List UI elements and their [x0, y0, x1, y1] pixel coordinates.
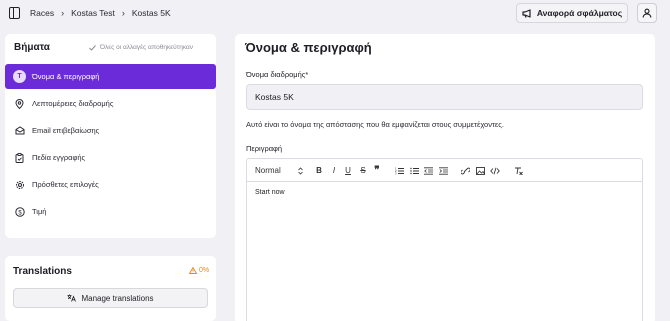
breadcrumb: Races › Kostas Test › Kostas 5K — [30, 8, 171, 18]
step-label: Τιμή — [32, 207, 47, 216]
page-title: Όνομα & περιγραφή — [245, 40, 372, 55]
translations-progress: 0% — [189, 267, 209, 274]
check-icon — [89, 44, 96, 51]
chevron-right-icon: › — [121, 8, 125, 18]
link-icon[interactable] — [460, 165, 470, 176]
quote-icon[interactable]: ❞ — [372, 165, 382, 176]
text-icon: T — [13, 70, 26, 83]
step-label: Λεπτομέρειες διαδρομής — [32, 99, 114, 108]
warning-icon — [189, 267, 197, 274]
envelope-icon — [13, 124, 26, 137]
svg-text:3: 3 — [395, 171, 397, 174]
description-editor: Normal B I U S ❞ 123 Start now — [246, 158, 643, 321]
step-name-description[interactable]: T Όνομα & περιγραφή — [5, 64, 216, 89]
ordered-list-icon[interactable]: 123 — [394, 165, 404, 176]
step-label: Όνομα & περιγραφή — [32, 72, 100, 81]
sidebar-toggle-icon[interactable] — [9, 7, 20, 19]
step-route-details[interactable]: Λεπτομέρειες διαδρομής — [5, 91, 216, 116]
editor-content[interactable]: Start now — [255, 189, 285, 196]
updown-chevron-icon — [298, 166, 303, 175]
translate-icon — [67, 294, 77, 302]
step-confirmation-email[interactable]: Email επιβεβαίωσης — [5, 118, 216, 143]
breadcrumb-item-races[interactable]: Races — [30, 8, 54, 18]
outdent-icon[interactable] — [423, 165, 433, 176]
code-icon[interactable] — [489, 165, 501, 176]
step-label: Email επιβεβαίωσης — [32, 126, 100, 135]
italic-icon[interactable]: I — [329, 165, 339, 176]
format-select[interactable]: Normal — [255, 165, 303, 176]
top-bar: Races › Kostas Test › Kostas 5K Αναφορά … — [0, 0, 670, 28]
indent-icon[interactable] — [438, 165, 448, 176]
saved-status: Όλες οι αλλαγές αποθηκεύτηκαν — [89, 44, 193, 51]
user-menu-button[interactable] — [637, 3, 657, 23]
dollar-icon: $ — [13, 205, 26, 218]
format-select-value: Normal — [255, 166, 281, 175]
steps-panel: Βήματα Όλες οι αλλαγές αποθηκεύτηκαν T Ό… — [5, 34, 216, 238]
breadcrumb-item-event[interactable]: Kostas Test — [71, 8, 115, 18]
clear-format-icon[interactable] — [513, 165, 523, 176]
main-panel: Όνομα & περιγραφή Όνομα διαδρομής* Kosta… — [235, 34, 655, 321]
step-label: Πρόσθετες επιλογές — [32, 180, 99, 189]
translations-percent: 0% — [199, 267, 210, 274]
description-label: Περιγραφή — [246, 144, 283, 153]
editor-toolbar: Normal B I U S ❞ 123 — [247, 159, 642, 182]
race-name-help: Αυτό είναι το όνομα της απόστασης που θα… — [246, 120, 504, 129]
step-label: Πεδία εγγραφής — [32, 153, 86, 162]
translations-title: Translations — [13, 266, 72, 277]
manage-translations-label: Manage translations — [81, 293, 154, 303]
image-icon[interactable] — [475, 165, 485, 176]
bullet-list-icon[interactable] — [409, 165, 419, 176]
steps-title: Βήματα — [14, 42, 50, 53]
saved-status-label: Όλες οι αλλαγές αποθηκεύτηκαν — [100, 44, 194, 51]
megaphone-icon — [522, 8, 533, 18]
strikethrough-icon[interactable]: S — [358, 165, 368, 176]
step-registration-fields[interactable]: Πεδία εγγραφής — [5, 145, 216, 170]
manage-translations-button[interactable]: Manage translations — [13, 288, 208, 308]
underline-icon[interactable]: U — [343, 165, 353, 176]
breadcrumb-item-race: Kostas 5K — [131, 8, 171, 18]
chevron-right-icon: › — [61, 8, 65, 18]
step-additional-options[interactable]: Πρόσθετες επιλογές — [5, 172, 216, 197]
race-name-label: Όνομα διαδρομής* — [246, 70, 309, 79]
translations-panel: Translations 0% Manage translations — [5, 256, 216, 321]
report-bug-label: Αναφορά σφάλματος — [536, 8, 623, 18]
gear-icon — [13, 178, 26, 191]
bold-icon[interactable]: B — [314, 165, 324, 176]
location-pin-icon — [13, 97, 26, 110]
race-name-input[interactable]: Kostas 5K — [246, 84, 643, 110]
report-bug-button[interactable]: Αναφορά σφάλματος — [516, 3, 628, 23]
step-price[interactable]: $ Τιμή — [5, 199, 216, 224]
user-icon — [642, 8, 652, 18]
clipboard-icon — [13, 151, 26, 164]
